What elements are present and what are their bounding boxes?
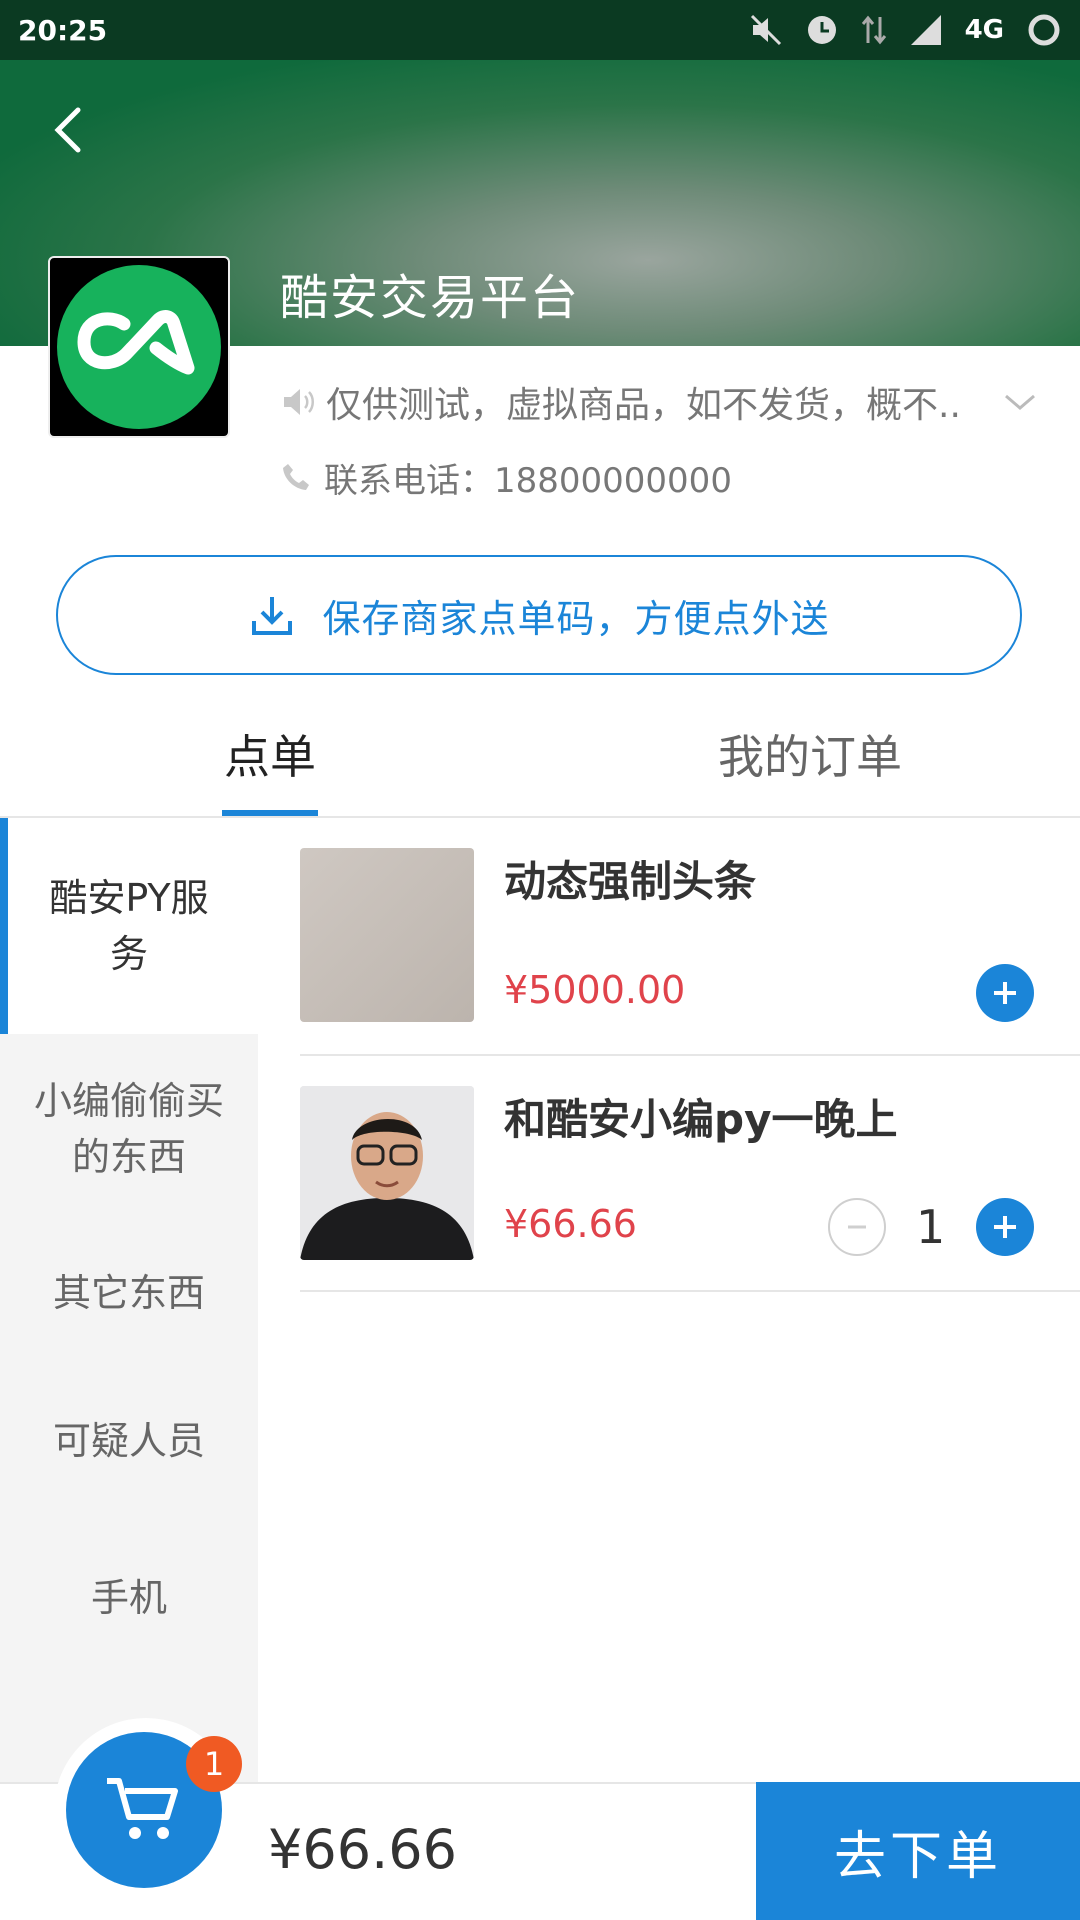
status-time: 20:25	[18, 13, 108, 47]
quantity-value: 1	[916, 1200, 946, 1254]
product-image	[300, 848, 474, 1022]
increase-quantity-button[interactable]	[976, 1198, 1034, 1256]
save-button-label: 保存商家点单码，方便点外送	[322, 596, 830, 641]
status-bar: 20:25 4G	[0, 0, 1080, 60]
alarm-icon	[807, 16, 836, 44]
shop-logo	[48, 256, 230, 438]
cart-total: ¥66.66	[268, 1818, 457, 1881]
person-photo	[300, 1086, 474, 1260]
category-item-other[interactable]: 其它东西	[0, 1224, 258, 1362]
shop-phone: 联系电话：18800000000	[280, 450, 732, 504]
chevron-down-icon[interactable]	[1000, 382, 1040, 422]
row-divider	[300, 1290, 1080, 1292]
coolapk-logo-icon	[57, 265, 221, 429]
shop-notice[interactable]: 仅供测试，虚拟商品，如不发货，概不..	[280, 375, 1040, 429]
add-to-cart-button[interactable]	[976, 964, 1034, 1022]
product-price: ¥5000.00	[504, 968, 686, 1012]
category-item-secret-buys[interactable]: 小编偷偷买的东西	[0, 1034, 258, 1224]
download-icon	[252, 597, 293, 635]
notice-text: 仅供测试，虚拟商品，如不发货，概不..	[326, 385, 961, 426]
network-type: 4G	[964, 15, 1004, 45]
plus-icon	[994, 982, 1016, 1004]
category-sidebar: 酷安PY服务 小编偷偷买的东西 其它东西 可疑人员 手机	[0, 818, 258, 1818]
shopping-cart-icon	[107, 1778, 178, 1839]
plus-icon	[994, 1216, 1016, 1238]
decrease-quantity-button[interactable]	[828, 1198, 886, 1256]
tab-my-orders[interactable]: 我的订单	[660, 690, 960, 818]
loading-icon	[1028, 14, 1060, 46]
chevron-left-icon[interactable]	[40, 100, 100, 160]
checkout-button[interactable]: 去下单	[756, 1782, 1080, 1920]
phone-icon	[283, 464, 309, 490]
product-item[interactable]: 和酷安小编py一晚上 ¥66.66 1	[258, 1056, 1080, 1292]
tab-bar: 点单 我的订单	[0, 690, 1080, 818]
product-item[interactable]: 动态强制头条 ¥5000.00	[258, 818, 1080, 1056]
phone-text: 联系电话：18800000000	[324, 460, 732, 501]
product-name: 动态强制头条	[504, 857, 757, 906]
minus-icon	[848, 1225, 866, 1229]
category-item-py-service[interactable]: 酷安PY服务	[0, 818, 258, 1034]
shop-title: 酷安交易平台	[280, 270, 581, 326]
save-order-code-button[interactable]: 保存商家点单码，方便点外送	[56, 555, 1022, 675]
cart-count-badge: 1	[186, 1736, 242, 1792]
product-name: 和酷安小编py一晚上	[504, 1095, 898, 1144]
product-price: ¥66.66	[504, 1202, 637, 1246]
speaker-icon	[284, 389, 314, 415]
category-item-suspicious[interactable]: 可疑人员	[0, 1362, 258, 1520]
data-arrows-icon	[861, 15, 886, 45]
tab-indicator	[222, 810, 318, 816]
product-image	[300, 1086, 474, 1260]
tab-order[interactable]: 点单	[170, 690, 370, 818]
category-item-phone[interactable]: 手机	[0, 1520, 258, 1676]
signal-icon	[910, 15, 941, 45]
status-icons: 4G	[749, 12, 1062, 48]
mute-icon	[750, 14, 781, 46]
